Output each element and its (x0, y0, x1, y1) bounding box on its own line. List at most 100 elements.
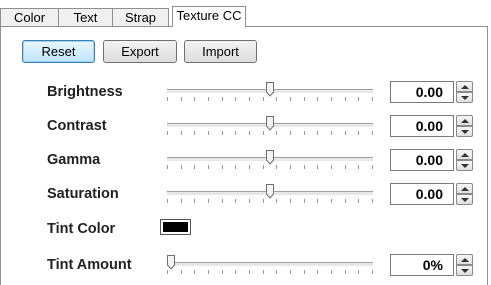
slider-tick (358, 131, 359, 135)
slider-tick (263, 131, 264, 135)
slider-tick (372, 165, 373, 169)
arrow-up-icon (461, 119, 469, 123)
brightness-slider-thumb[interactable] (266, 82, 274, 97)
gamma-decrease-button[interactable] (456, 160, 473, 171)
slider-tick (235, 97, 236, 101)
slider-tick (249, 131, 250, 135)
import-button[interactable]: Import (184, 40, 257, 63)
slider-tick (304, 131, 305, 135)
tab-texture-cc[interactable]: Texture CC (172, 6, 246, 27)
gamma-increase-button[interactable] (456, 149, 473, 160)
tint-amount-slider-ticks (167, 270, 373, 275)
tab-strap[interactable]: Strap (112, 8, 169, 26)
saturation-decrease-button[interactable] (456, 194, 473, 205)
slider-tick (276, 270, 277, 274)
slider-tick (304, 165, 305, 169)
arrow-up-icon (461, 187, 469, 191)
slider-tick (235, 270, 236, 274)
slider-tick (317, 97, 318, 101)
brightness-decrease-button[interactable] (456, 92, 473, 103)
slider-tick (167, 131, 168, 135)
tint-amount-slider-thumb[interactable] (167, 255, 175, 270)
tint-amount-decrease-button[interactable] (456, 265, 473, 276)
gamma-slider-thumb[interactable] (266, 150, 274, 165)
slider-tick (181, 270, 182, 274)
brightness-slider-ticks (167, 97, 373, 102)
slider-tick (167, 199, 168, 203)
tint-color-label: Tint Color (47, 221, 116, 237)
slider-tick (317, 131, 318, 135)
slider-tick (194, 131, 195, 135)
contrast-decrease-button[interactable] (456, 126, 473, 137)
slider-tick (276, 199, 277, 203)
slider-tick (181, 165, 182, 169)
slider-tick (194, 199, 195, 203)
slider-tick (372, 199, 373, 203)
slider-tick (372, 97, 373, 101)
slider-tick (304, 270, 305, 274)
slider-tick (167, 270, 168, 274)
gamma-slider-ticks (167, 165, 373, 170)
saturation-label: Saturation (47, 186, 119, 202)
slider-tick (208, 199, 209, 203)
slider-tick (276, 97, 277, 101)
tint-color-swatch[interactable] (160, 219, 191, 235)
slider-tick (222, 131, 223, 135)
slider-tick (222, 270, 223, 274)
saturation-input[interactable]: 0.00 (390, 183, 454, 205)
slider-tick (208, 97, 209, 101)
tint-amount-slider-track[interactable] (167, 262, 373, 267)
tint-color-fill (163, 222, 188, 232)
tint-amount-input[interactable]: 0% (390, 254, 454, 276)
saturation-slider-ticks (167, 199, 373, 204)
slider-tick (290, 165, 291, 169)
slider-tick (235, 199, 236, 203)
brightness-label: Brightness (47, 84, 123, 100)
tint-color-row: Tint Color (0, 219, 491, 243)
slider-tick (208, 131, 209, 135)
slider-tick (208, 270, 209, 274)
slider-tick (345, 199, 346, 203)
tab-strip: Color Text Strap Texture CC (0, 0, 491, 27)
slider-tick (290, 131, 291, 135)
saturation-row: Saturation 0.00 (0, 183, 491, 207)
slider-tick (181, 199, 182, 203)
saturation-spinner (456, 183, 473, 205)
contrast-increase-button[interactable] (456, 115, 473, 126)
slider-tick (372, 131, 373, 135)
slider-tick (290, 97, 291, 101)
slider-tick (358, 97, 359, 101)
gamma-label: Gamma (47, 152, 101, 168)
tab-color[interactable]: Color (0, 8, 59, 26)
brightness-increase-button[interactable] (456, 81, 473, 92)
contrast-input[interactable]: 0.00 (390, 115, 454, 137)
export-button[interactable]: Export (103, 40, 177, 63)
saturation-increase-button[interactable] (456, 183, 473, 194)
tab-text[interactable]: Text (58, 8, 113, 26)
tint-amount-label: Tint Amount (47, 257, 132, 273)
arrow-down-icon (461, 269, 469, 273)
slider-tick (331, 165, 332, 169)
slider-tick (358, 270, 359, 274)
slider-tick (304, 97, 305, 101)
gamma-row: Gamma 0.00 (0, 149, 491, 173)
contrast-row: Contrast 0.00 (0, 115, 491, 139)
slider-tick (290, 199, 291, 203)
arrow-up-icon (461, 85, 469, 89)
brightness-input[interactable]: 0.00 (390, 81, 454, 103)
saturation-slider-thumb[interactable] (266, 184, 274, 199)
slider-tick (194, 165, 195, 169)
slider-tick (263, 199, 264, 203)
contrast-label: Contrast (47, 118, 107, 134)
contrast-slider-thumb[interactable] (266, 116, 274, 131)
slider-tick (290, 270, 291, 274)
slider-tick (194, 270, 195, 274)
slider-tick (222, 97, 223, 101)
slider-tick (222, 199, 223, 203)
gamma-input[interactable]: 0.00 (390, 149, 454, 171)
reset-button[interactable]: Reset (22, 40, 95, 63)
tint-amount-increase-button[interactable] (456, 254, 473, 265)
slider-tick (372, 270, 373, 274)
slider-tick (194, 97, 195, 101)
slider-tick (181, 97, 182, 101)
